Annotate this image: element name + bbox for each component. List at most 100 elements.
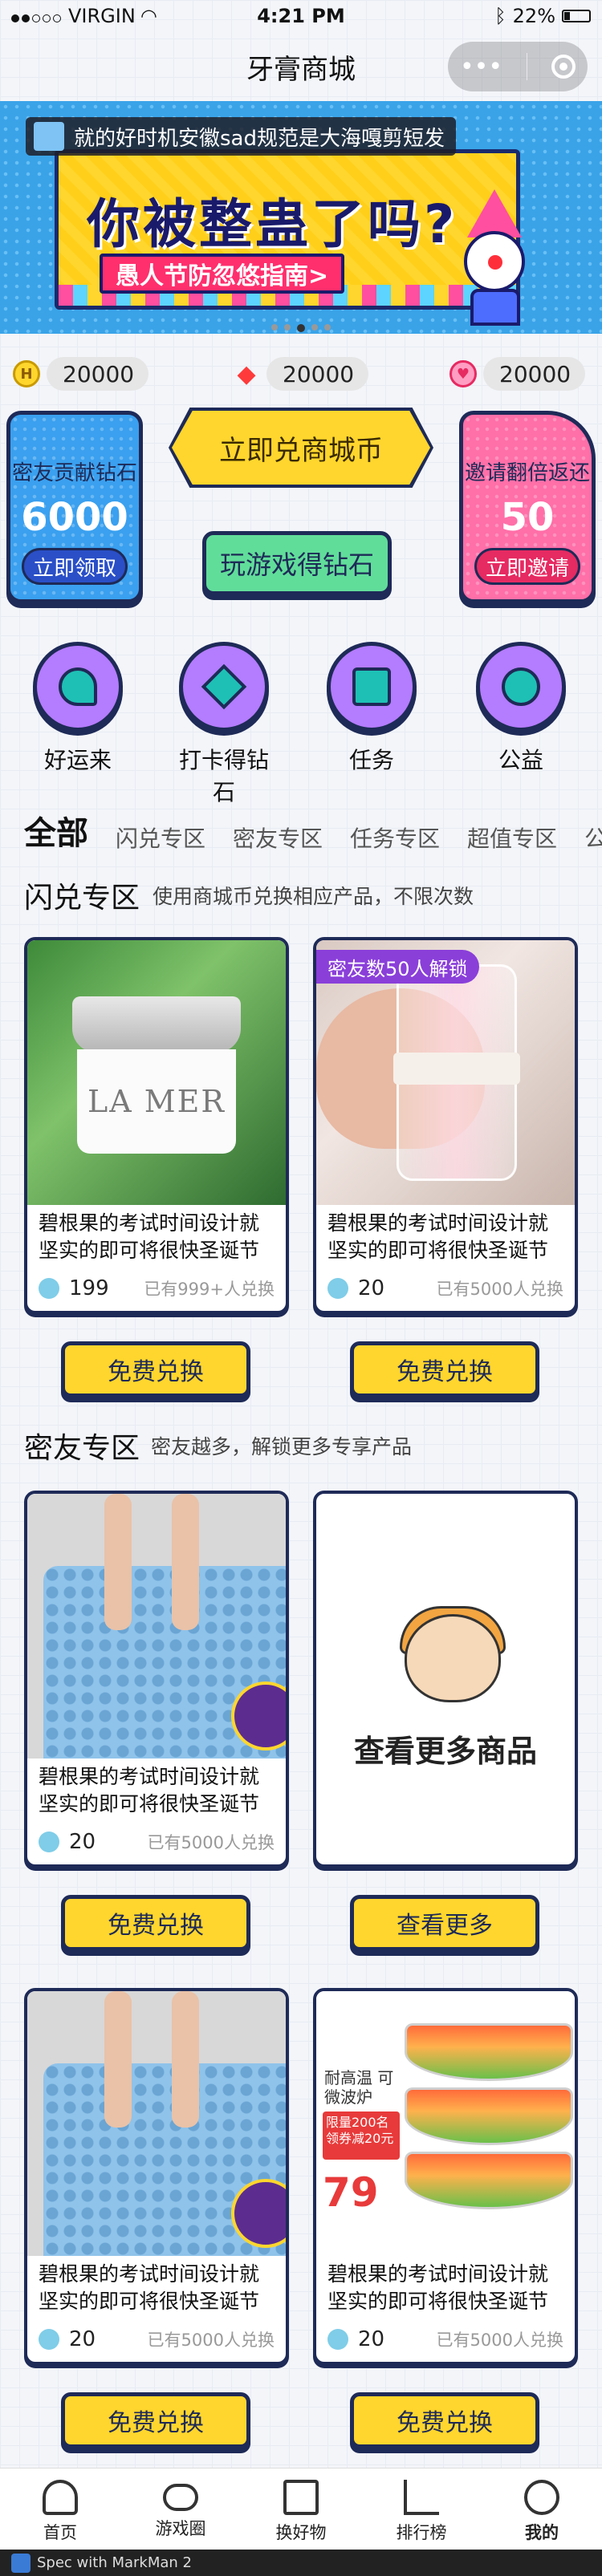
tab-flash[interactable]: 闪兑专区: [116, 821, 205, 854]
diamond-balance-value: 20000: [266, 357, 369, 391]
feature-label: 公益: [498, 747, 543, 773]
product-card[interactable]: LA MER 碧根果的考试时间设计就坚实的即可将很快圣诞节 199 已有999+人…: [24, 937, 289, 1314]
markman-watermark: Spec with MarkMan 2: [0, 2550, 602, 2576]
invite-card: 邀请翻倍返还 50 立即邀请: [459, 411, 596, 603]
section-title-friends: 密友专区: [24, 1432, 140, 1465]
invite-now-button[interactable]: 立即邀请: [474, 548, 580, 585]
ranking-icon: [404, 2480, 439, 2515]
product-price: 199: [69, 1276, 109, 1300]
tab-value[interactable]: 超值专区: [467, 821, 557, 854]
status-bar: VIRGIN ◠ 4:21 PM ᛒ 22%: [0, 0, 602, 32]
mini-program-capsule: •••: [448, 42, 588, 91]
coin-icon: [39, 1278, 59, 1299]
coin-balance-value: 20000: [47, 357, 149, 391]
feature-task[interactable]: 任务: [323, 642, 421, 775]
exchange-count: 已有999+人兑换: [144, 1280, 275, 1299]
product-image: LA MER: [27, 940, 286, 1205]
heart-icon: ♥: [449, 360, 477, 387]
free-exchange-button[interactable]: 免费兑换: [350, 2392, 539, 2448]
feature-label: 好运来: [43, 747, 112, 773]
more-button[interactable]: •••: [460, 53, 502, 81]
product-desc: 碧根果的考试时间设计就坚实的即可将很快圣诞节: [327, 1211, 549, 1262]
coin-icon: [39, 1832, 59, 1852]
home-icon: [43, 2480, 78, 2515]
banner-headline: 你被整蛊了吗?: [87, 193, 458, 255]
section-desc-flash: 使用商城币兑换相应产品，不限次数: [153, 885, 474, 908]
tab-friends[interactable]: 密友专区: [233, 821, 323, 854]
view-more-card[interactable]: 查看更多商品: [313, 1491, 578, 1868]
gamepad-icon: [163, 2484, 198, 2511]
claim-now-button[interactable]: 立即领取: [22, 548, 128, 585]
product-card[interactable]: 耐高温 可微波炉 限量200名 领券减20元 79 碧根果的考试时间设计就坚实的…: [313, 1988, 578, 2365]
product-price: 20: [69, 1830, 96, 1854]
feature-checkin[interactable]: 打卡得钻石: [175, 642, 273, 807]
contrib-value: 6000: [21, 495, 128, 540]
clown-illustration: [449, 189, 539, 326]
product-desc: 碧根果的考试时间设计就坚实的即可将很快圣诞节: [39, 1211, 260, 1262]
product-price: 20: [358, 2327, 385, 2351]
tab-home[interactable]: 首页: [0, 2468, 120, 2550]
product-card[interactable]: 密友数50人解锁 碧根果的考试时间设计就坚实的即可将很快圣诞节 20 已有5000…: [313, 937, 578, 1314]
free-exchange-button[interactable]: 免费兑换: [61, 2392, 250, 2448]
tab-ranking[interactable]: 排行榜: [361, 2468, 482, 2550]
promo-banner[interactable]: 你被整蛊了吗? 愚人节防忽悠指南> 就的好时机安徽sad规范是大海嘎剪短发: [0, 101, 602, 334]
invite-title: 邀请翻倍返还: [464, 461, 590, 485]
close-mini-program-button[interactable]: [551, 55, 576, 79]
notice-ticker[interactable]: 就的好时机安徽sad规范是大海嘎剪短发: [26, 117, 456, 156]
diamond-balance: ◆ 20000: [233, 355, 369, 393]
exchange-count: 已有5000人兑换: [436, 2331, 563, 2350]
product-desc: 碧根果的考试时间设计就坚实的即可将很快圣诞节: [327, 2262, 549, 2313]
product-desc: 碧根果的考试时间设计就坚实的即可将很快圣诞节: [39, 1765, 260, 1815]
promo-badge: 限量200名 领券减20元: [323, 2112, 400, 2160]
unlock-tag: 密友数50人解锁: [316, 950, 479, 984]
heart-balance-value: 20000: [483, 357, 586, 391]
tab-games[interactable]: 游戏圈: [120, 2468, 241, 2550]
product-card[interactable]: 碧根果的考试时间设计就坚实的即可将很快圣诞节 20 已有5000人兑换: [24, 1988, 289, 2365]
view-more-title: 查看更多商品: [353, 1734, 537, 1769]
clipboard-icon: [327, 642, 417, 732]
product-price: 20: [358, 1276, 385, 1300]
contrib-diamond-card: 密友贡献钻石 6000 立即领取: [6, 411, 143, 603]
exchange-coin-button[interactable]: 立即兑商城币: [172, 411, 430, 485]
battery-icon: [562, 10, 591, 22]
view-more-button[interactable]: 查看更多: [350, 1895, 539, 1951]
tab-task[interactable]: 任务专区: [350, 821, 440, 854]
sale-price: 79: [323, 2169, 379, 2216]
contrib-title: 密友贡献钻石: [11, 461, 137, 485]
coin-icon: [327, 2329, 348, 2350]
feature-label: 打卡得钻石: [178, 747, 269, 805]
tab-mine[interactable]: 我的: [482, 2468, 602, 2550]
exchange-count: 已有5000人兑换: [147, 1833, 275, 1852]
free-exchange-button[interactable]: 免费兑换: [61, 1895, 250, 1951]
product-image: [27, 1494, 286, 1759]
product-desc: 碧根果的考试时间设计就坚实的即可将很快圣诞节: [39, 2262, 260, 2313]
coin-icon: H: [13, 360, 40, 387]
coin-icon: [327, 1278, 348, 1299]
free-exchange-button[interactable]: 免费兑换: [350, 1341, 539, 1398]
brand-text: LA MER: [77, 1049, 236, 1154]
product-image: 耐高温 可微波炉 限量200名 领券减20元 79: [316, 1991, 575, 2256]
product-image: 密友数50人解锁: [316, 940, 575, 1205]
free-exchange-button[interactable]: 免费兑换: [61, 1341, 250, 1398]
product-image: [27, 1991, 286, 2256]
notice-text: 就的好时机安徽sad规范是大海嘎剪短发: [74, 126, 445, 151]
avatar-icon: [34, 122, 64, 151]
feature-label: 任务: [348, 747, 394, 773]
feature-lucky[interactable]: 好运来: [29, 642, 127, 775]
tab-charity[interactable]: 公益: [584, 821, 602, 854]
feature-charity[interactable]: 公益: [472, 642, 570, 775]
profile-icon: [524, 2480, 559, 2515]
section-title-flash: 闪兑专区: [24, 882, 140, 915]
heart-balance: ♥ 20000: [449, 355, 586, 393]
clock: 4:21 PM: [257, 5, 345, 27]
product-card[interactable]: 碧根果的考试时间设计就坚实的即可将很快圣诞节 20 已有5000人兑换: [24, 1491, 289, 1868]
tab-exchange[interactable]: 换好物: [241, 2468, 361, 2550]
coin-icon: [39, 2329, 59, 2350]
promo-text: 耐高温 可微波炉: [324, 2068, 394, 2107]
tab-all[interactable]: 全部: [24, 807, 88, 854]
clover-icon: [33, 642, 123, 732]
banner-pagination: [0, 324, 602, 332]
coin-balance: H 20000: [13, 355, 149, 393]
section-desc-friends: 密友越多，解锁更多专享产品: [151, 1435, 413, 1458]
play-game-button[interactable]: 玩游戏得钻石: [202, 531, 392, 595]
